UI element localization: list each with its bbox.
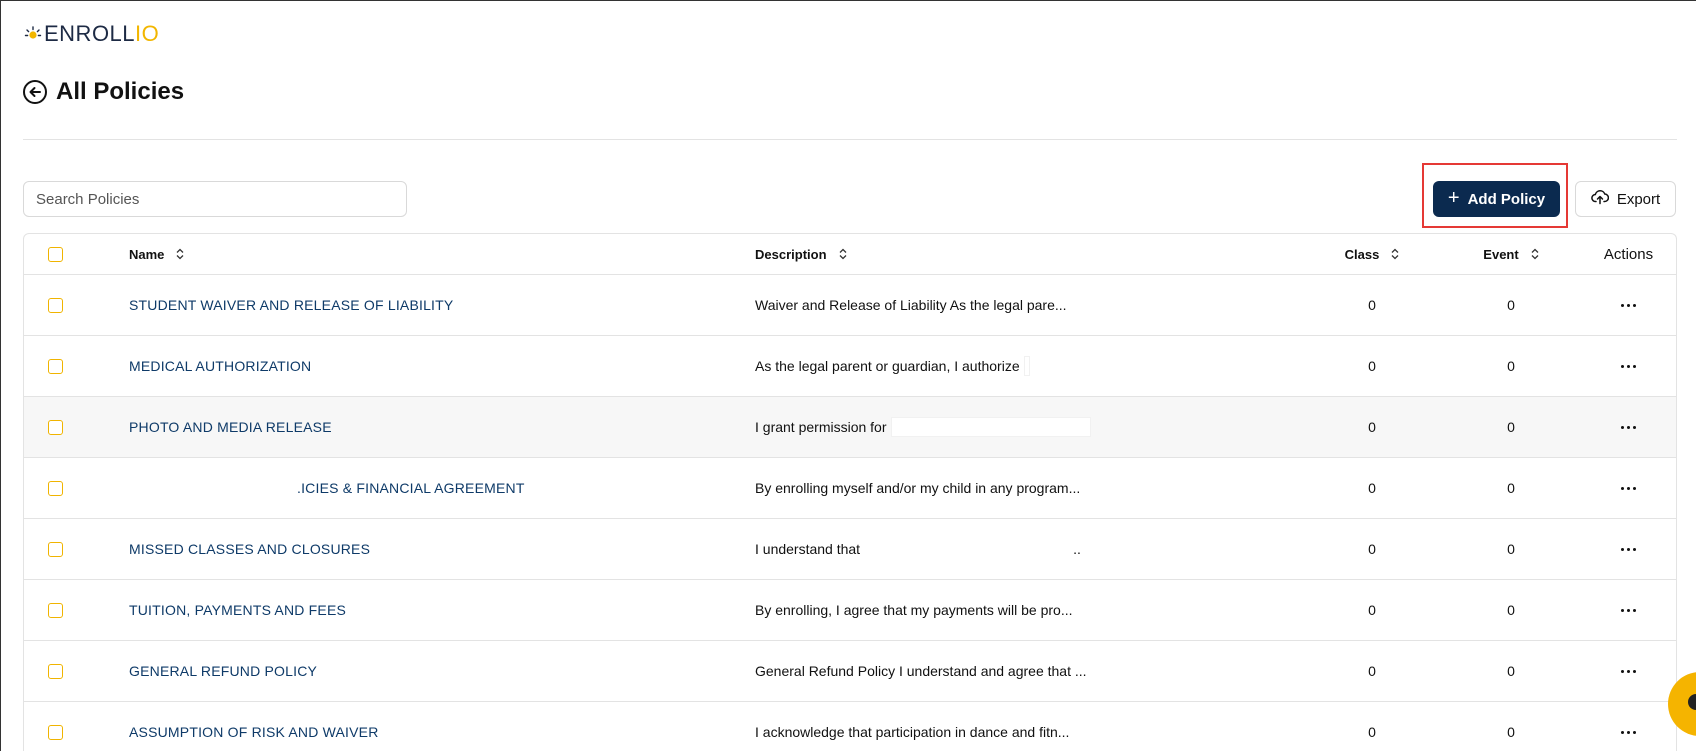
row-checkbox[interactable] [48,480,63,496]
page-title: All Policies [56,78,185,105]
column-actions: Actions [1603,245,1654,263]
brand-logo: ENROLL IO [24,21,160,46]
column-class-label: Class [1344,246,1380,262]
event-count: 0 [1507,541,1515,557]
policy-description-cell: I understand that .. [755,541,1303,557]
event-count: 0 [1507,602,1515,618]
policy-description: As the legal parent or guardian, I autho… [755,358,1020,374]
policies-table: Name Description Class Event Actions STU… [23,233,1677,751]
policy-description-cell: I grant permission for [755,417,1303,437]
policy-description: General Refund Policy I understand and a… [755,663,1087,679]
more-icon[interactable] [1621,608,1636,612]
more-icon[interactable] [1621,547,1636,551]
policy-description: I understand that [755,541,861,557]
row-checkbox[interactable] [48,724,63,740]
more-icon[interactable] [1621,364,1636,368]
event-count: 0 [1507,419,1515,435]
row-checkbox[interactable] [48,419,63,435]
redacted-text [890,417,1091,437]
event-count: 0 [1507,297,1515,313]
event-count: 0 [1507,480,1515,496]
header-divider [23,139,1677,140]
sort-icon[interactable] [1531,248,1539,260]
brand-name: ENROLL [44,21,136,46]
sort-icon[interactable] [176,248,184,260]
event-count: 0 [1507,358,1515,374]
table-row[interactable]: PHOTO AND MEDIA RELEASE I grant permissi… [24,397,1676,458]
column-name[interactable]: Name [129,247,755,262]
policy-name-link[interactable]: GENERAL REFUND POLICY [129,663,317,679]
table-row[interactable]: MISSED CLASSES AND CLOSURES I understand… [24,519,1676,580]
row-checkbox[interactable] [48,541,63,557]
more-icon[interactable] [1621,669,1636,673]
table-row[interactable]: TUITION, PAYMENTS AND FEES By enrolling,… [24,580,1676,641]
policy-description-cell: As the legal parent or guardian, I autho… [755,356,1303,376]
policy-name-link[interactable]: MISSED CLASSES AND CLOSURES [129,541,370,557]
event-count: 0 [1507,724,1515,740]
row-checkbox[interactable] [48,663,63,679]
class-count: 0 [1368,541,1376,557]
column-description-label: Description [755,246,827,262]
sort-icon[interactable] [1391,248,1399,260]
policy-description: I acknowledge that participation in danc… [755,724,1070,740]
policy-description-tail: .. [1073,541,1081,557]
more-icon[interactable] [1621,425,1636,429]
add-policy-button[interactable]: + Add Policy [1433,181,1560,217]
table-row[interactable]: ASSUMPTION OF RISK AND WAIVER I acknowle… [24,702,1676,751]
policy-name-link[interactable]: STUDENT WAIVER AND RELEASE OF LIABILITY [129,297,453,313]
select-all-checkbox[interactable] [48,246,63,262]
row-checkbox[interactable] [48,297,63,313]
more-icon[interactable] [1621,730,1636,734]
class-count: 0 [1368,419,1376,435]
export-label: Export [1616,190,1661,208]
table-header: Name Description Class Event Actions [24,234,1676,275]
policy-description: Waiver and Release of Liability As the l… [755,297,1067,313]
search-input[interactable] [23,181,407,217]
table-row[interactable]: MEDICAL AUTHORIZATION As the legal paren… [24,336,1676,397]
sun-logo-icon [24,25,42,43]
class-count: 0 [1368,663,1376,679]
table-row[interactable]: .ICIES & FINANCIAL AGREEMENT By enrollin… [24,458,1676,519]
table-row[interactable]: STUDENT WAIVER AND RELEASE OF LIABILITY … [24,275,1676,336]
row-checkbox[interactable] [48,602,63,618]
column-name-label: Name [129,246,165,262]
policy-name-link[interactable]: .ICIES & FINANCIAL AGREEMENT [297,480,525,496]
sort-icon[interactable] [839,248,847,260]
class-count: 0 [1368,297,1376,313]
export-button[interactable]: Export [1575,181,1676,217]
add-policy-label: Add Policy [1467,190,1546,208]
more-icon[interactable] [1621,486,1636,490]
policy-description: I grant permission for [755,419,887,435]
policy-description: By enrolling myself and/or my child in a… [755,480,1081,496]
policy-name-link[interactable]: ASSUMPTION OF RISK AND WAIVER [129,724,379,740]
back-arrow-icon[interactable] [23,80,47,104]
column-event[interactable]: Event [1441,247,1581,262]
redacted-text [1023,356,1030,376]
row-checkbox[interactable] [48,358,63,374]
policy-name-link[interactable]: TUITION, PAYMENTS AND FEES [129,602,346,618]
page-header: All Policies [23,78,184,106]
chat-icon [1688,694,1696,710]
class-count: 0 [1368,724,1376,740]
policy-description: By enrolling, I agree that my payments w… [755,602,1073,618]
policy-name-link[interactable]: PHOTO AND MEDIA RELEASE [129,419,332,435]
column-description[interactable]: Description [755,247,1303,262]
cloud-upload-icon [1590,189,1609,209]
table-row[interactable]: GENERAL REFUND POLICY General Refund Pol… [24,641,1676,702]
policy-name-link[interactable]: MEDICAL AUTHORIZATION [129,358,311,374]
event-count: 0 [1507,663,1515,679]
class-count: 0 [1368,602,1376,618]
class-count: 0 [1368,358,1376,374]
column-class[interactable]: Class [1303,247,1441,262]
more-icon[interactable] [1621,303,1636,307]
column-event-label: Event [1483,246,1519,262]
plus-icon: + [1447,187,1460,209]
brand-suffix: IO [135,21,160,46]
class-count: 0 [1368,480,1376,496]
